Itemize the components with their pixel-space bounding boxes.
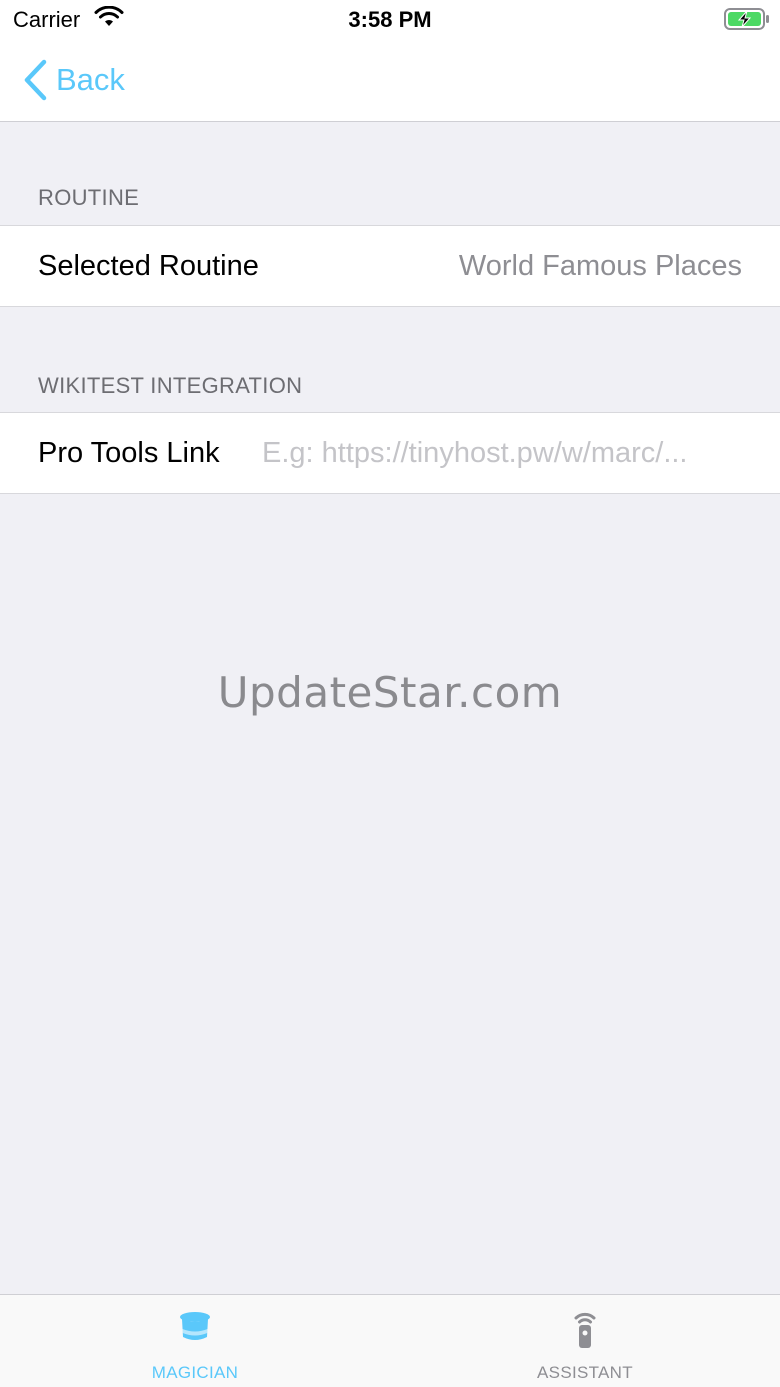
watermark: UpdateStar.com	[217, 668, 563, 717]
tab-magician[interactable]: MAGICIAN	[0, 1295, 390, 1387]
back-label: Back	[56, 62, 125, 97]
back-button[interactable]: Back	[22, 56, 125, 104]
remote-signal-icon	[574, 1312, 596, 1348]
status-bar: Carrier 3:58 PM	[0, 0, 780, 40]
magician-hat-icon	[180, 1312, 210, 1340]
status-time: 3:58 PM	[348, 7, 432, 32]
tab-magician-label: MAGICIAN	[151, 1363, 239, 1382]
routine-section-header: ROUTINE	[38, 185, 140, 210]
settings-screen: Carrier 3:58 PM Back ROUTINE Selected Ro…	[0, 0, 780, 1387]
pro-tools-link-row: Pro Tools Link	[0, 412, 780, 494]
chevron-left-icon	[24, 59, 47, 101]
pro-tools-link-label: Pro Tools Link	[38, 437, 220, 469]
tab-assistant-label: ASSISTANT	[537, 1363, 633, 1382]
battery-charging-icon	[724, 8, 769, 30]
tab-assistant[interactable]: ASSISTANT	[390, 1295, 780, 1387]
selected-routine-label: Selected Routine	[38, 250, 259, 282]
wikitest-section-header: WIKITEST INTEGRATION	[38, 373, 303, 398]
pro-tools-link-input[interactable]	[262, 431, 746, 475]
selected-routine-row[interactable]: Selected Routine World Famous Places	[0, 225, 780, 307]
tab-bar: MAGICIAN ASSISTANT	[0, 1294, 780, 1387]
navigation-bar: Back	[0, 40, 780, 122]
selected-routine-value: World Famous Places	[458, 250, 742, 282]
